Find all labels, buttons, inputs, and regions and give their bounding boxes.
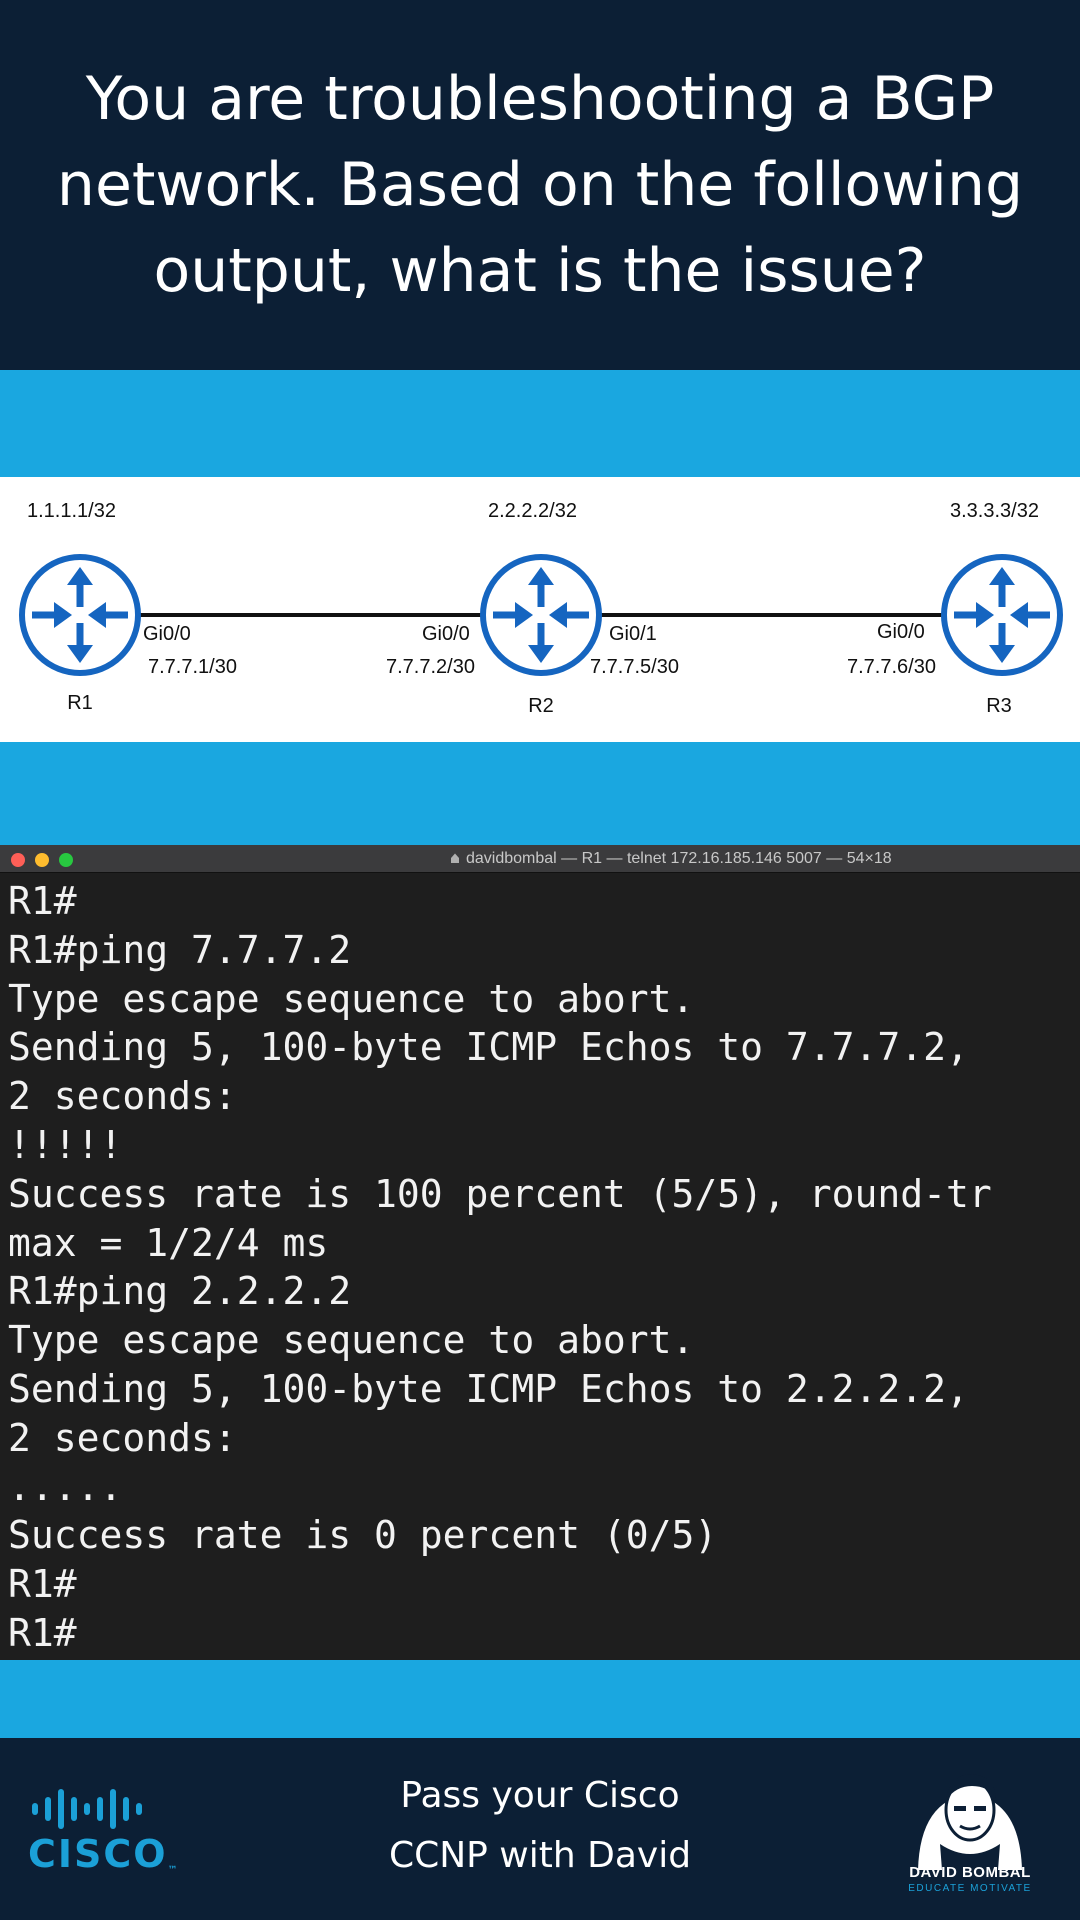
network-topology: 1.1.1.1/32 2.2.2.2/32 3.3.3.3/32 Gi0/0 7… [0, 477, 1080, 742]
terminal-line: R1# [8, 1562, 77, 1607]
terminal-line: Sending 5, 100-byte ICMP Echos to 7.7.7.… [8, 1025, 969, 1070]
accent-band-bottom [0, 1660, 1080, 1738]
bombal-name: DAVID BOMBAL [909, 1864, 1031, 1881]
minimize-window-button[interactable] [35, 853, 49, 867]
r2-label: R2 [528, 695, 554, 717]
cisco-wordmark: CISCO [28, 1832, 168, 1876]
terminal-line: R1# [8, 879, 77, 923]
r3-loopback: 3.3.3.3/32 [950, 500, 1039, 522]
terminal-line: R1#ping 2.2.2.2 [8, 1269, 352, 1314]
bombal-tagline: EDUCATE MOTIVATE [908, 1883, 1032, 1894]
r2-gi01-ip: 7.7.7.5/30 [590, 656, 679, 678]
r1-interface: Gi0/0 [143, 623, 191, 645]
david-bombal-logo: DAVID BOMBAL EDUCATE MOTIVATE [900, 1760, 1040, 1910]
question-header: You are troubleshooting a BGP network. B… [0, 0, 1080, 370]
promo-line-1: Pass your Cisco [400, 1775, 680, 1816]
footer: CISCO™ Pass your Cisco CCNP with David D… [0, 1738, 1080, 1920]
terminal-line: Success rate is 0 percent (0/5) [8, 1513, 718, 1558]
terminal-line: Type escape sequence to abort. [8, 1318, 695, 1363]
close-window-button[interactable] [11, 853, 25, 867]
terminal-line: 2 seconds: [8, 1074, 237, 1119]
terminal-line: 2 seconds: [8, 1415, 237, 1460]
terminal-line: Sending 5, 100-byte ICMP Echos to 2.2.2.… [8, 1366, 969, 1411]
r3-interface-ip: 7.7.7.6/30 [847, 656, 936, 678]
terminal-window[interactable]: davidbombal — R1 — telnet 172.16.185.146… [0, 845, 1080, 1660]
cisco-logo: CISCO™ [28, 1786, 178, 1881]
terminal-title: davidbombal — R1 — telnet 172.16.185.146… [466, 850, 892, 867]
r3-label: R3 [986, 695, 1012, 717]
terminal-output[interactable]: R1# R1#ping 7.7.7.2 Type escape sequence t… [0, 873, 1080, 1658]
zoom-window-button[interactable] [59, 853, 73, 867]
r1-interface-ip: 7.7.7.1/30 [148, 656, 237, 678]
portrait-icon [918, 1774, 1022, 1870]
r2-gi00-interface: Gi0/0 [422, 623, 470, 645]
r1-label: R1 [67, 692, 93, 714]
home-icon [451, 853, 459, 863]
terminal-line: R1# [8, 1610, 77, 1655]
r2-gi00-ip: 7.7.7.2/30 [386, 656, 475, 678]
terminal-line: Type escape sequence to abort. [8, 976, 695, 1021]
r1-loopback: 1.1.1.1/32 [27, 500, 116, 522]
r2-router-icon [480, 554, 602, 676]
terminal-line: Success rate is 100 percent (5/5), round… [8, 1171, 992, 1216]
r3-router-icon [941, 554, 1063, 676]
terminal-line: R1#ping 7.7.7.2 [8, 927, 352, 972]
accent-band-middle [0, 742, 1080, 845]
r1-router-icon [19, 554, 141, 676]
promo-text: Pass your Cisco CCNP with David [389, 1766, 691, 1886]
question-title: You are troubleshooting a BGP network. B… [56, 64, 1024, 306]
r2-gi01-interface: Gi0/1 [609, 623, 657, 645]
terminal-line: max = 1/2/4 ms [8, 1220, 329, 1265]
terminal-line: ..... [8, 1464, 123, 1509]
accent-band-top [0, 370, 1080, 477]
terminal-line: !!!!! [8, 1122, 123, 1167]
r3-interface: Gi0/0 [877, 621, 925, 643]
r2-loopback: 2.2.2.2/32 [488, 500, 577, 522]
terminal-titlebar[interactable]: davidbombal — R1 — telnet 172.16.185.146… [0, 845, 1080, 873]
promo-line-2: CCNP with David [388, 1835, 692, 1876]
cisco-bars-icon [28, 1786, 178, 1832]
